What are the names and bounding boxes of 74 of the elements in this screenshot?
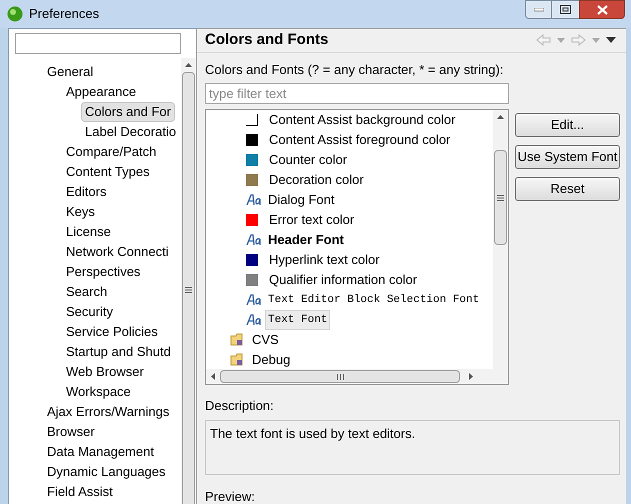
tree-item[interactable]: Startup and Shutd bbox=[62, 342, 175, 362]
description-text: The text font is used by text editors. bbox=[210, 426, 416, 440]
grip-icon bbox=[497, 194, 504, 200]
tree-item[interactable]: Dialog Font bbox=[265, 190, 338, 210]
app-icon bbox=[7, 6, 23, 22]
tree-item[interactable]: Qualifier information color bbox=[266, 270, 420, 290]
tree-item[interactable]: Network Connecti bbox=[62, 242, 173, 262]
tree-item[interactable]: Search bbox=[62, 282, 112, 302]
horizontal-scrollbar[interactable] bbox=[206, 369, 508, 384]
forward-arrow-icon[interactable] bbox=[571, 34, 586, 46]
scroll-left-icon[interactable] bbox=[211, 373, 215, 380]
scroll-right-icon[interactable] bbox=[469, 373, 473, 380]
font-icon bbox=[246, 194, 262, 206]
tree-item[interactable]: Text Font bbox=[265, 310, 330, 330]
tree-item[interactable]: Content Assist background color bbox=[266, 110, 458, 130]
tree-item[interactable]: License bbox=[62, 222, 115, 242]
scroll-thumb[interactable] bbox=[182, 72, 195, 504]
tree-item[interactable]: Keys bbox=[62, 202, 99, 222]
tree-item[interactable]: Service Policies bbox=[62, 322, 162, 342]
grip-icon bbox=[185, 286, 192, 293]
dropdown-icon[interactable] bbox=[592, 38, 600, 43]
tree-item[interactable]: Label Decoratio bbox=[81, 122, 180, 142]
close-button[interactable] bbox=[579, 0, 625, 19]
minimize-icon bbox=[534, 8, 544, 12]
tree-item[interactable]: Debug bbox=[250, 350, 292, 369]
filter-field[interactable]: type filter text bbox=[205, 83, 509, 104]
tree-item[interactable]: Hyperlink text color bbox=[266, 250, 383, 270]
font-icon bbox=[246, 314, 262, 326]
grip-icon bbox=[336, 374, 344, 380]
tree-item[interactable]: Workspace bbox=[62, 382, 135, 402]
page-title: Colors and Fonts bbox=[205, 30, 328, 50]
maximize-icon bbox=[560, 5, 571, 14]
tree-item[interactable]: Appearance bbox=[62, 82, 140, 102]
tree-item[interactable]: Field Assist bbox=[43, 482, 117, 502]
tree-item[interactable]: Web Browser bbox=[62, 362, 148, 382]
window-title: Preferences bbox=[29, 5, 100, 24]
scroll-up-icon[interactable] bbox=[185, 63, 192, 67]
font-icon bbox=[246, 234, 262, 246]
scrollbar[interactable] bbox=[181, 58, 196, 504]
tree-item[interactable]: Header Font bbox=[265, 230, 347, 250]
back-arrow-icon[interactable] bbox=[536, 34, 551, 46]
tree-item[interactable]: Error text color bbox=[266, 210, 358, 230]
font-icon bbox=[246, 294, 262, 306]
tree-item[interactable]: Ajax Errors/Warnings bbox=[43, 402, 174, 422]
tree-item[interactable]: Decoration color bbox=[266, 170, 367, 190]
maximize-button[interactable] bbox=[552, 0, 579, 19]
action-button[interactable]: Reset bbox=[515, 177, 620, 201]
filter-label: Colors and Fonts (? = any character, * = any string): bbox=[205, 60, 504, 79]
scroll-up-icon[interactable] bbox=[497, 115, 504, 119]
preview-label: Preview: bbox=[205, 488, 256, 504]
tree-item[interactable]: General bbox=[43, 62, 98, 82]
tree-item[interactable]: Counter color bbox=[266, 150, 350, 170]
tree-item[interactable]: Content Types bbox=[62, 162, 154, 182]
tree-item[interactable]: CVS bbox=[250, 330, 281, 350]
tree-item[interactable]: Content Assist foreground color bbox=[266, 130, 454, 150]
scroll-thumb[interactable] bbox=[494, 150, 507, 245]
menu-icon[interactable] bbox=[606, 37, 616, 44]
action-button[interactable]: Use System Font bbox=[515, 145, 620, 169]
scrollbar[interactable] bbox=[493, 110, 508, 369]
tree-item[interactable]: Text Editor Block Selection Font bbox=[265, 290, 482, 310]
tree-item[interactable]: Data Management bbox=[43, 442, 158, 462]
tree-item[interactable]: Editors bbox=[62, 182, 110, 202]
tree-item[interactable]: Colors and For bbox=[81, 102, 175, 122]
tree-item[interactable]: Browser bbox=[43, 422, 99, 442]
tree-item[interactable]: Compare/Patch bbox=[62, 142, 160, 162]
tree-item[interactable]: Dynamic Languages bbox=[43, 462, 170, 482]
filter-field[interactable] bbox=[15, 33, 181, 54]
tree-item[interactable]: Security bbox=[62, 302, 117, 322]
action-button[interactable]: Edit... bbox=[515, 113, 620, 137]
description-label: Description: bbox=[205, 397, 275, 415]
close-icon bbox=[596, 4, 608, 14]
scroll-thumb[interactable] bbox=[220, 370, 460, 383]
dropdown-icon[interactable] bbox=[557, 38, 565, 43]
tree-item[interactable]: Perspectives bbox=[62, 262, 144, 282]
